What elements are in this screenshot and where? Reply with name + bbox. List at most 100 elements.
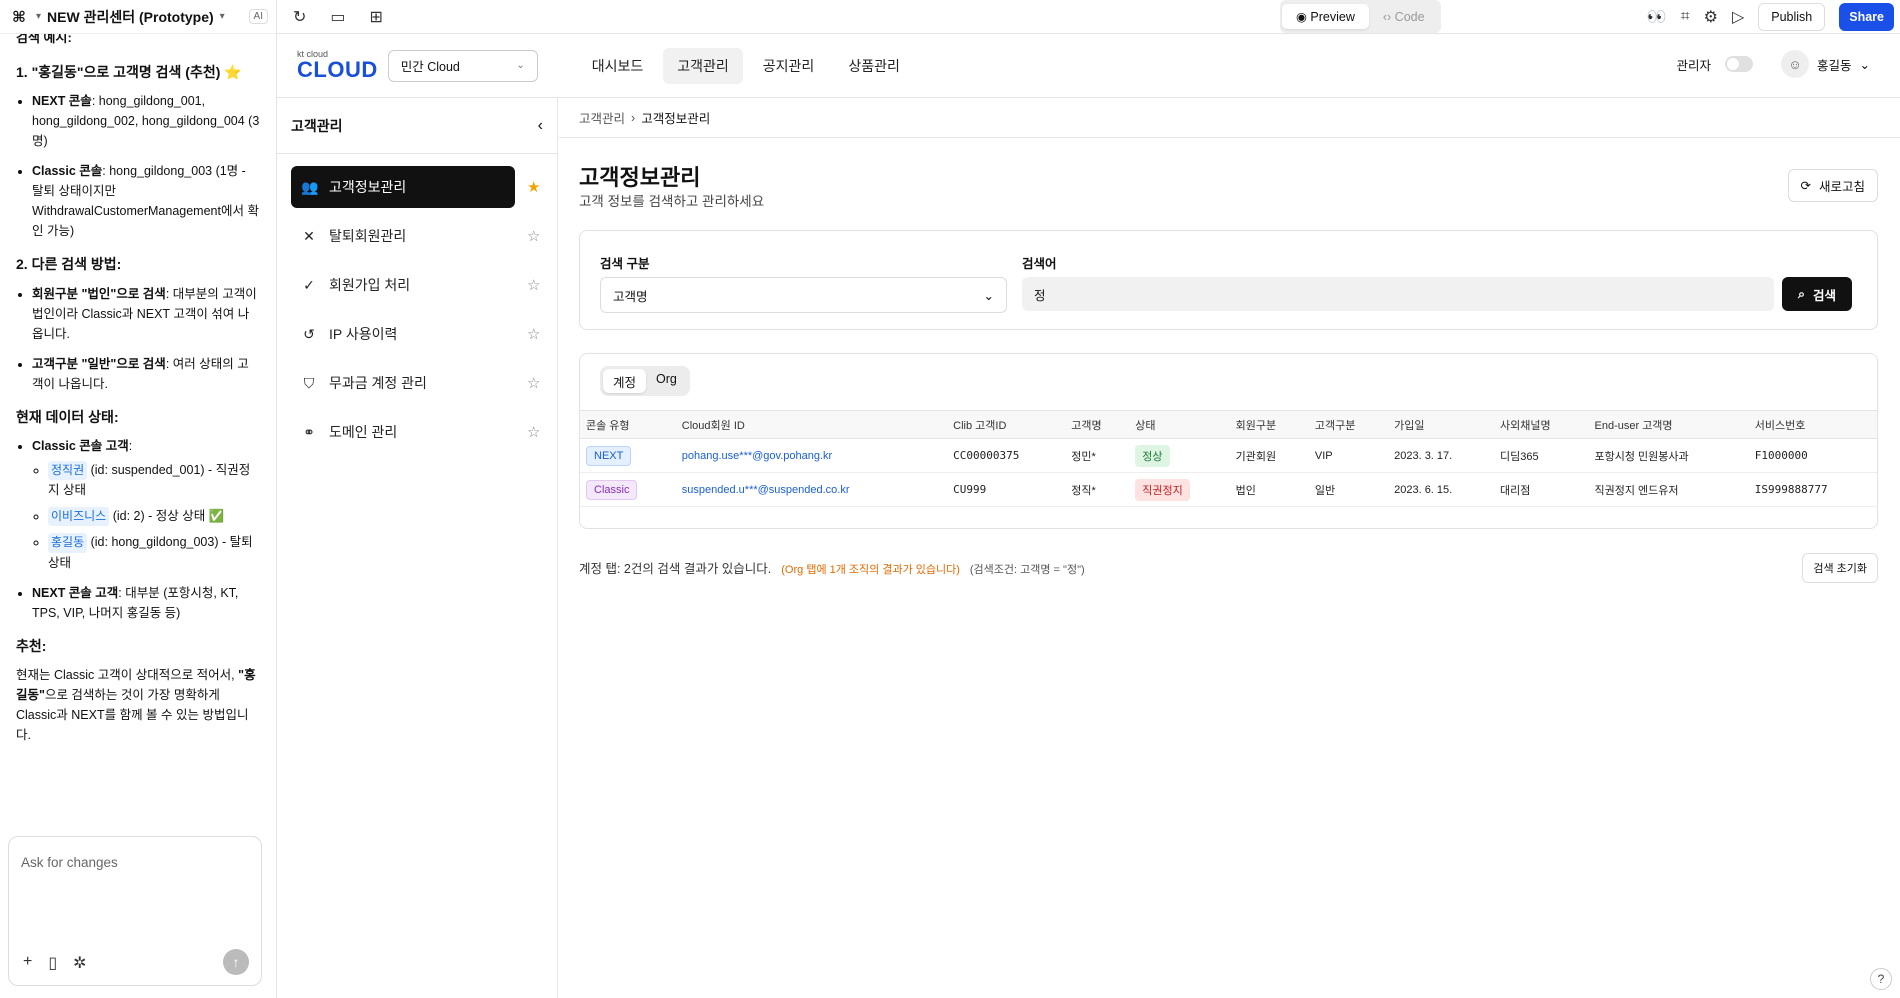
brand-logo[interactable]: kt cloud CLOUD xyxy=(297,50,378,81)
tab-org[interactable]: Org xyxy=(646,369,687,393)
sidebar-item-button[interactable]: ⚭ 도메인 관리 xyxy=(291,411,515,453)
star-icon[interactable]: ☆ xyxy=(527,227,540,245)
search-input-value: 정 xyxy=(1034,288,1046,303)
chevron-down-icon: ⌄ xyxy=(516,60,525,71)
nav-customer[interactable]: 고객관리 xyxy=(663,47,743,84)
user-check-icon: ✓ xyxy=(303,276,315,293)
publish-button[interactable]: Publish xyxy=(1758,3,1826,31)
sidebar-item-button[interactable]: ↺ IP 사용이력 xyxy=(291,313,515,355)
cell-status: 정상 xyxy=(1129,438,1230,473)
cell-member-type: 법인 xyxy=(1229,472,1309,507)
column-header[interactable]: End-user 고객명 xyxy=(1588,410,1749,439)
app-logo-icon[interactable]: ⌘ xyxy=(8,8,30,26)
admin-label: 관리자 xyxy=(1676,58,1711,73)
nav-notice[interactable]: 공지관리 xyxy=(749,48,829,84)
nav-dashboard[interactable]: 대시보드 xyxy=(578,48,658,84)
search-button[interactable]: ⌕ 검색 xyxy=(1782,277,1852,311)
book-icon[interactable]: ▯ xyxy=(48,953,57,973)
user-menu[interactable]: ☺ 홍길동 ⌄ xyxy=(1781,50,1870,78)
column-header[interactable]: 콘솔 유형 xyxy=(580,410,676,439)
tab-account[interactable]: 계정 xyxy=(603,369,647,393)
column-header[interactable]: 서비스번호 xyxy=(1748,410,1877,439)
cloud-id-link[interactable]: suspended.u***@suspended.co.kr xyxy=(682,484,850,496)
admin-toggle[interactable] xyxy=(1725,56,1753,72)
star-icon[interactable]: ★ xyxy=(527,178,540,196)
preview-label: Preview xyxy=(1310,10,1355,24)
play-icon[interactable]: ▷ xyxy=(1732,7,1744,27)
plus-icon[interactable]: + xyxy=(23,953,32,973)
eyes-icon[interactable]: 👀 xyxy=(1647,7,1667,27)
sidebar-item-domain: ⚭ 도메인 관리 ☆ xyxy=(291,411,543,453)
collapse-icon[interactable]: ‹ xyxy=(538,117,543,135)
chat-bold: Classic 콘솔 고객 xyxy=(32,438,129,453)
cell-cloud-id: suspended.u***@suspended.co.kr xyxy=(675,472,948,507)
main-nav: 대시보드 고객관리 공지관리 상품관리 xyxy=(578,47,914,84)
ai-badge[interactable]: AI xyxy=(248,9,268,24)
breadcrumb-parent[interactable]: 고객관리 xyxy=(579,108,625,127)
column-header[interactable]: Clib 고객ID xyxy=(947,410,1066,439)
column-header[interactable]: 고객명 xyxy=(1065,410,1130,439)
sidebar-item-label: 무과금 계정 관리 xyxy=(329,375,427,391)
page-title: 고객정보관리 xyxy=(579,165,701,190)
shield-icon: ⛉ xyxy=(303,374,315,391)
star-icon[interactable]: ☆ xyxy=(527,276,540,294)
brand-big: CLOUD xyxy=(297,57,378,82)
chevron-down-icon[interactable]: ▾ xyxy=(36,11,41,22)
column-header[interactable]: 회원구분 xyxy=(1229,410,1309,439)
share-button[interactable]: Share xyxy=(1839,3,1894,31)
panel-icon[interactable]: ▭ xyxy=(330,7,345,27)
sidebar-item-button[interactable]: ✕ 탈퇴회원관리 xyxy=(291,215,515,257)
user-x-icon: ✕ xyxy=(303,227,315,244)
breadcrumb-current: 고객정보관리 xyxy=(641,112,711,126)
magic-select-icon[interactable]: ✲ xyxy=(73,953,86,973)
layout-icon[interactable]: ⊞ xyxy=(370,7,383,27)
chat-bold: 회원구분 "법인"으로 검색 xyxy=(32,286,166,301)
result-tabs: 계정 Org xyxy=(600,366,690,396)
send-button[interactable]: ↑ xyxy=(223,949,249,975)
sidebar-item-free-account: ⛉ 무과금 계정 관리 ☆ xyxy=(291,362,543,404)
table-row[interactable]: Classic suspended.u***@suspended.co.kr C… xyxy=(580,472,1877,507)
chevron-down-icon[interactable]: ▾ xyxy=(220,11,225,22)
reset-search-button[interactable]: 검색 초기화 xyxy=(1802,553,1878,583)
search-type-select[interactable]: 고객명 ⌄ xyxy=(600,277,1007,313)
star-icon[interactable]: ☆ xyxy=(527,325,540,343)
column-header[interactable]: 사외채널명 xyxy=(1493,410,1589,439)
table-row[interactable]: NEXT pohang.use***@gov.pohang.kr CC00000… xyxy=(580,438,1877,473)
cloud-id-link[interactable]: pohang.use***@gov.pohang.kr xyxy=(682,450,832,462)
refresh-button[interactable]: ⟳ 새로고침 xyxy=(1787,169,1878,202)
chat-heading: 2. 다른 검색 방법: xyxy=(16,256,122,273)
chat-sublist: 정직권 (id: suspended_001) - 직권정지 상태 이비즈니스 … xyxy=(32,460,260,573)
help-icon[interactable]: ? xyxy=(1870,968,1892,990)
cloud-select[interactable]: 민간 Cloud ⌄ xyxy=(387,49,538,82)
reload-icon[interactable]: ↻ xyxy=(293,7,306,27)
chat-text: : xyxy=(128,438,133,453)
chat-input-placeholder[interactable]: Ask for changes xyxy=(21,855,118,870)
star-icon[interactable]: ☆ xyxy=(527,374,540,392)
page-subtitle: 고객 정보를 검색하고 관리하세요 xyxy=(579,194,765,209)
cell-enduser: 직권정지 엔드유저 xyxy=(1588,472,1749,507)
column-header[interactable]: 상태 xyxy=(1129,410,1230,439)
sidebar-item-button[interactable]: ✓ 회원가입 처리 xyxy=(291,264,515,306)
code-tag: 정직권 xyxy=(48,460,88,481)
star-icon[interactable]: ☆ xyxy=(527,423,540,441)
sidebar-item-button[interactable]: ⛉ 무과금 계정 관리 xyxy=(291,362,515,404)
breadcrumb: 고객관리 › 고객정보관리 xyxy=(559,98,1900,138)
column-header[interactable]: Cloud회원 ID xyxy=(675,410,948,439)
status-badge: 정상 xyxy=(1135,444,1170,467)
search-input[interactable]: 정 xyxy=(1022,277,1774,311)
nav-product[interactable]: 상품관리 xyxy=(834,48,914,84)
chat-input-box[interactable]: Ask for changes + ▯ ✲ ↑ xyxy=(8,836,262,986)
preview-tab[interactable]: ◉ Preview xyxy=(1282,4,1369,29)
sidebar-item-button[interactable]: 👥 고객정보관리 xyxy=(291,166,515,208)
project-title[interactable]: NEW 관리센터 (Prototype) xyxy=(47,7,214,27)
cell-customer-type: 일반 xyxy=(1308,472,1389,507)
column-header[interactable]: 가입일 xyxy=(1388,410,1494,439)
code-tab[interactable]: ‹› Code xyxy=(1369,5,1439,29)
inspect-icon[interactable]: ⌗ xyxy=(1681,8,1690,26)
sidebar-item-label: 탈퇴회원관리 xyxy=(329,228,407,244)
gear-icon[interactable]: ⚙ xyxy=(1704,7,1718,27)
chat-bold: NEXT 콘솔 고객 xyxy=(32,585,119,600)
console-badge: Classic xyxy=(586,479,638,500)
column-header[interactable]: 고객구분 xyxy=(1308,410,1389,439)
cell-customer-type: VIP xyxy=(1308,438,1389,473)
